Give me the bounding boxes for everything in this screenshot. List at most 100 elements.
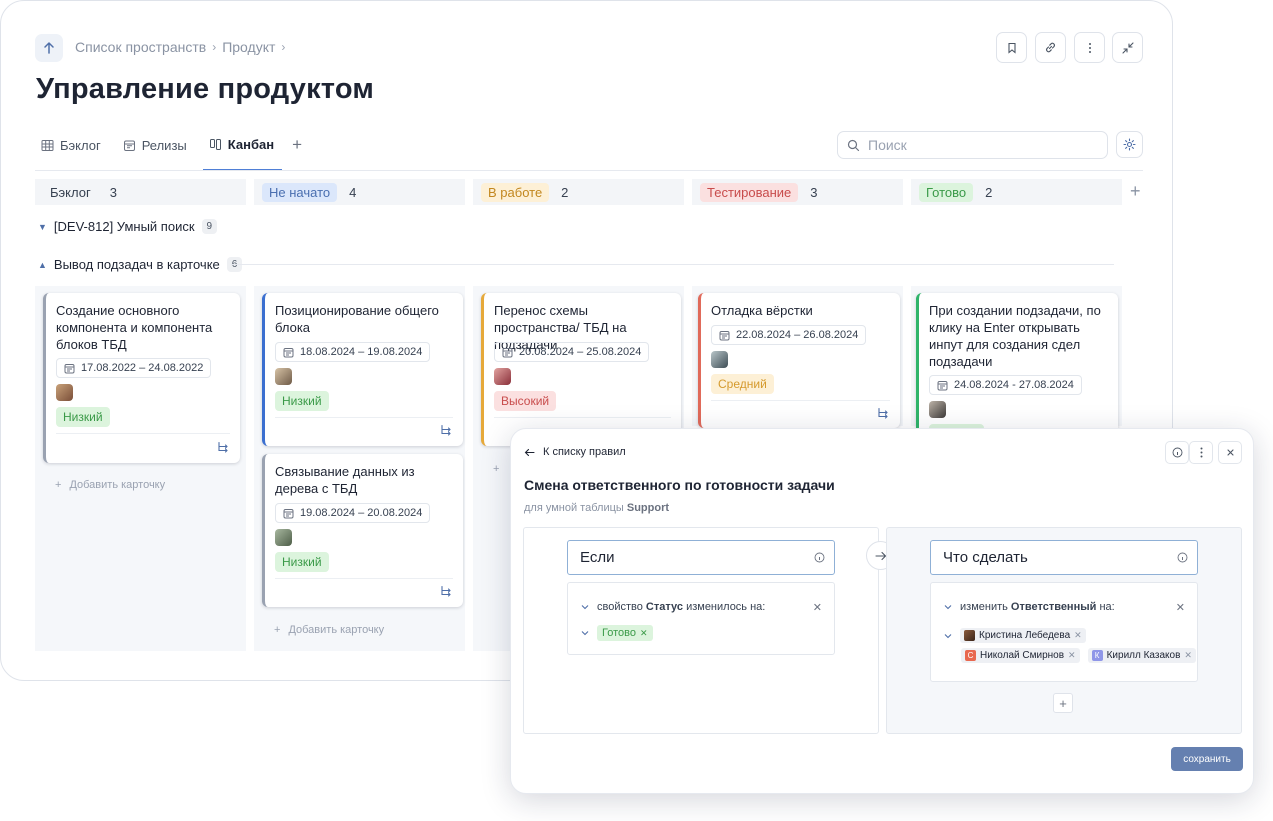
back-to-rules-link[interactable]: К списку правил bbox=[524, 446, 626, 458]
collapse-button[interactable] bbox=[1112, 32, 1143, 63]
chevron-down-icon[interactable] bbox=[581, 604, 589, 610]
group-header[interactable]: ▼ [DEV-812] Умный поиск 9 bbox=[38, 219, 218, 234]
column-header-in-progress[interactable]: В работе 2 bbox=[473, 179, 684, 205]
action-label: Что сделать bbox=[943, 549, 1028, 566]
copy-link-button[interactable] bbox=[1035, 32, 1066, 63]
save-button[interactable]: сохранить bbox=[1171, 747, 1243, 771]
remove-chip-icon[interactable]: ✕ bbox=[1068, 650, 1076, 661]
calendar-icon bbox=[64, 363, 75, 373]
avatar[interactable] bbox=[929, 401, 946, 418]
tab-label: Релизы bbox=[141, 137, 187, 153]
date-text: 22.08.2024 – 26.08.2024 bbox=[736, 329, 859, 341]
breadcrumb-item[interactable]: Список пространств bbox=[75, 39, 206, 55]
kanban-card[interactable]: Позиционирование общего блока 18.08.2024… bbox=[262, 293, 463, 446]
breadcrumb: Список пространств › Продукт › bbox=[75, 39, 285, 55]
column-header-not-started[interactable]: Не начато 4 bbox=[254, 179, 465, 205]
info-icon[interactable] bbox=[1177, 552, 1188, 563]
card-title: При создании подзадачи, по клику на Ente… bbox=[929, 303, 1101, 369]
action-property[interactable]: Ответственный bbox=[1011, 601, 1096, 613]
caret-down-icon: ▼ bbox=[38, 221, 47, 232]
arrow-right-icon bbox=[874, 551, 886, 560]
breadcrumb-item[interactable]: Продукт bbox=[222, 39, 275, 55]
close-button[interactable] bbox=[1218, 441, 1242, 464]
assignee-line: Кристина Лебедева ✕ bbox=[944, 628, 1086, 643]
avatar[interactable] bbox=[275, 529, 292, 546]
bookmark-button[interactable] bbox=[996, 32, 1027, 63]
avatar[interactable] bbox=[711, 351, 728, 368]
table-icon bbox=[41, 139, 54, 151]
add-card-button[interactable]: + Добавить карточку bbox=[274, 624, 384, 636]
chevron-down-icon[interactable] bbox=[944, 633, 952, 639]
info-icon bbox=[1172, 447, 1182, 458]
navigate-up-button[interactable] bbox=[35, 34, 63, 62]
subtasks-icon[interactable] bbox=[440, 424, 453, 437]
avatar[interactable] bbox=[494, 368, 511, 385]
column-header-backlog[interactable]: Бэклог 3 bbox=[35, 179, 246, 205]
kanban-card[interactable]: Перенос схемы пространства/ ТБД на подза… bbox=[481, 293, 681, 446]
status-badge: Бэклог bbox=[50, 184, 91, 200]
remove-chip-icon[interactable]: ✕ bbox=[1184, 650, 1192, 661]
date-range[interactable]: 24.08.2024 - 27.08.2024 bbox=[929, 375, 1082, 395]
kanban-card[interactable]: При создании подзадачи, по клику на Ente… bbox=[916, 293, 1118, 443]
date-range[interactable]: 19.08.2024 – 20.08.2024 bbox=[275, 503, 431, 523]
date-range[interactable]: 17.08.2022 – 24.08.2022 bbox=[56, 358, 212, 378]
tabs-divider bbox=[35, 170, 1143, 171]
tab-releases[interactable]: Релизы bbox=[117, 129, 195, 161]
tab-backlog[interactable]: Бэклог bbox=[35, 129, 109, 161]
tab-kanban[interactable]: Канбан bbox=[202, 129, 283, 171]
column-count: 2 bbox=[985, 184, 993, 200]
more-button[interactable] bbox=[1189, 441, 1213, 464]
date-text: 17.08.2022 – 24.08.2022 bbox=[81, 362, 204, 374]
add-card-button[interactable]: + Добавить карточку bbox=[55, 479, 165, 491]
column-header-testing[interactable]: Тестирование 3 bbox=[692, 179, 903, 205]
group-header[interactable]: ▲ Вывод подзадач в карточке 6 bbox=[38, 257, 243, 272]
remove-condition-icon[interactable]: ✕ bbox=[813, 601, 822, 614]
remove-chip-icon[interactable]: ✕ bbox=[1074, 630, 1082, 641]
assignee-name: Кристина Лебедева bbox=[979, 630, 1071, 641]
card-title: Связывание данных из дерева с ТБД bbox=[275, 464, 415, 496]
arrow-left-icon bbox=[524, 448, 535, 456]
chevron-down-icon[interactable] bbox=[944, 604, 952, 610]
kanban-card[interactable]: Отладка вёрстки 22.08.2024 – 26.08.2024 … bbox=[698, 293, 900, 428]
more-button[interactable] bbox=[1074, 32, 1105, 63]
add-card-button[interactable]: + bbox=[493, 463, 499, 475]
remove-action-icon[interactable]: ✕ bbox=[1176, 601, 1185, 614]
status-badge: В работе bbox=[481, 182, 550, 202]
add-column-button[interactable]: + bbox=[1130, 181, 1141, 202]
minimize-icon bbox=[1121, 41, 1134, 54]
column-count: 3 bbox=[810, 184, 818, 200]
calendar-icon bbox=[719, 330, 730, 340]
assignee-chip[interactable]: К Кирилл Казаков ✕ bbox=[1087, 648, 1196, 663]
info-icon[interactable] bbox=[814, 552, 825, 563]
calendar-icon bbox=[123, 140, 135, 151]
column-header-done[interactable]: Готово 2 bbox=[911, 179, 1122, 205]
subtasks-icon[interactable] bbox=[440, 585, 453, 598]
search-placeholder: Поиск bbox=[868, 137, 907, 153]
add-action-button[interactable]: + bbox=[1053, 693, 1073, 713]
assignee-line: С Николай Смирнов ✕ К Кирилл Казаков ✕ bbox=[961, 648, 1196, 663]
date-range[interactable]: 22.08.2024 – 26.08.2024 bbox=[711, 325, 867, 345]
caret-up-icon: ▲ bbox=[38, 259, 47, 270]
avatar[interactable] bbox=[56, 384, 73, 401]
kanban-card[interactable]: Связывание данных из дерева с ТБД 19.08.… bbox=[262, 454, 463, 607]
kanban-card[interactable]: Создание основного компонента и компонен… bbox=[43, 293, 240, 463]
date-text: 19.08.2024 – 20.08.2024 bbox=[300, 507, 423, 519]
link-icon bbox=[1046, 42, 1055, 53]
group-divider bbox=[231, 264, 1114, 265]
chevron-down-icon[interactable] bbox=[581, 630, 589, 636]
subtasks-icon[interactable] bbox=[877, 407, 890, 420]
avatar[interactable] bbox=[275, 368, 292, 385]
status-chip[interactable]: Готово ✕ bbox=[597, 625, 653, 641]
condition-property[interactable]: Статус bbox=[646, 601, 683, 613]
search-input[interactable]: Поиск bbox=[837, 131, 1108, 159]
date-range[interactable]: 20.08.2024 – 25.08.2024 bbox=[494, 342, 650, 362]
assignee-chip[interactable]: Кристина Лебедева ✕ bbox=[960, 628, 1086, 643]
board-settings-button[interactable] bbox=[1116, 131, 1143, 158]
add-tab-button[interactable]: + bbox=[286, 129, 310, 161]
assignee-chip[interactable]: С Николай Смирнов ✕ bbox=[961, 648, 1080, 663]
info-button[interactable] bbox=[1165, 441, 1189, 464]
subtasks-icon[interactable] bbox=[217, 441, 230, 454]
add-card-label: Добавить карточку bbox=[288, 624, 385, 636]
date-range[interactable]: 18.08.2024 – 19.08.2024 bbox=[275, 342, 431, 362]
remove-chip-icon[interactable]: ✕ bbox=[640, 628, 648, 639]
